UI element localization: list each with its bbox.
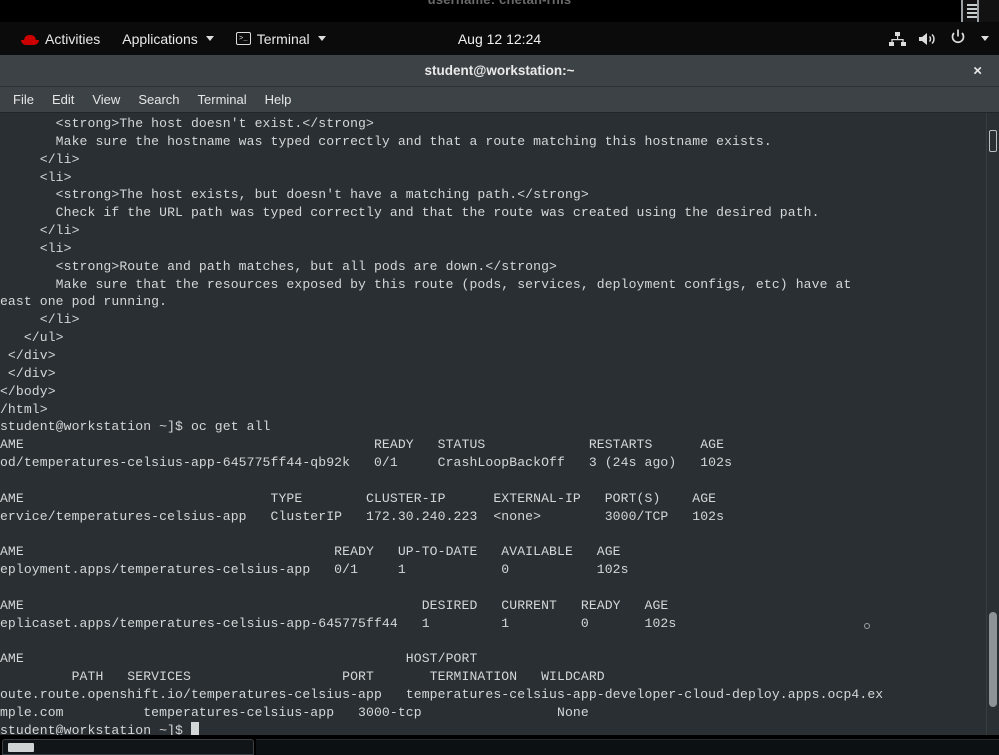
taskbar-empty-area — [256, 739, 999, 755]
secondary-panel-icon[interactable] — [977, 0, 999, 22]
terminal-icon: >_ — [236, 32, 251, 45]
menu-bar: File Edit View Search Terminal Help — [0, 87, 999, 113]
volume-icon — [919, 32, 937, 46]
network-icon — [889, 32, 906, 46]
taskbar-thumbnail — [8, 743, 34, 752]
applications-label: Applications — [122, 31, 198, 47]
window-title: student@workstation:~ — [424, 63, 574, 78]
system-status-area[interactable] — [889, 29, 989, 48]
render-artifact-dot — [864, 623, 870, 629]
window-titlebar[interactable]: student@workstation:~ × — [0, 55, 999, 87]
terminal-output-area[interactable]: <strong>The host doesn't exist.</strong>… — [0, 113, 999, 735]
scrollbar-thumb[interactable] — [989, 612, 997, 707]
desktop-screen: username: chetan-rhis Activities Applica… — [0, 0, 999, 755]
chevron-down-icon — [318, 36, 326, 41]
terminal-window-menu[interactable]: >_ Terminal — [225, 27, 337, 51]
applications-menu[interactable]: Applications — [111, 27, 225, 51]
taskbar-window-button[interactable] — [2, 739, 254, 755]
power-icon-svg — [950, 29, 966, 45]
scrollbar-marker — [989, 130, 997, 152]
menu-item-terminal[interactable]: Terminal — [189, 89, 256, 110]
menu-item-help[interactable]: Help — [256, 89, 301, 110]
terminal-menu-label: Terminal — [257, 31, 310, 47]
top-clipped-banner: username: chetan-rhis — [0, 0, 999, 22]
menu-item-search[interactable]: Search — [129, 89, 188, 110]
close-icon[interactable]: × — [969, 61, 986, 80]
redhat-logo — [21, 32, 39, 46]
activities-button[interactable]: Activities — [10, 27, 111, 51]
power-icon — [950, 29, 966, 48]
top-bar-left-group: Activities Applications >_ Terminal — [0, 27, 337, 51]
text-cursor — [191, 722, 199, 735]
bottom-taskbar — [0, 735, 999, 755]
chevron-down-icon — [206, 36, 214, 41]
menu-item-view[interactable]: View — [83, 89, 129, 110]
terminal-text: <strong>The host doesn't exist.</strong>… — [0, 115, 883, 735]
chevron-down-icon[interactable] — [981, 36, 989, 41]
activities-label: Activities — [45, 31, 100, 47]
banner-username-text: username: chetan-rhis — [0, 0, 999, 7]
menu-item-edit[interactable]: Edit — [43, 89, 83, 110]
menu-item-file[interactable]: File — [4, 89, 43, 110]
terminal-window: student@workstation:~ × File Edit View S… — [0, 55, 999, 735]
gnome-top-bar: Activities Applications >_ Terminal Aug … — [0, 22, 999, 55]
volume-icon-svg — [919, 32, 937, 46]
network-icon-svg — [889, 32, 906, 46]
terminal-scrollbar[interactable] — [986, 113, 999, 735]
